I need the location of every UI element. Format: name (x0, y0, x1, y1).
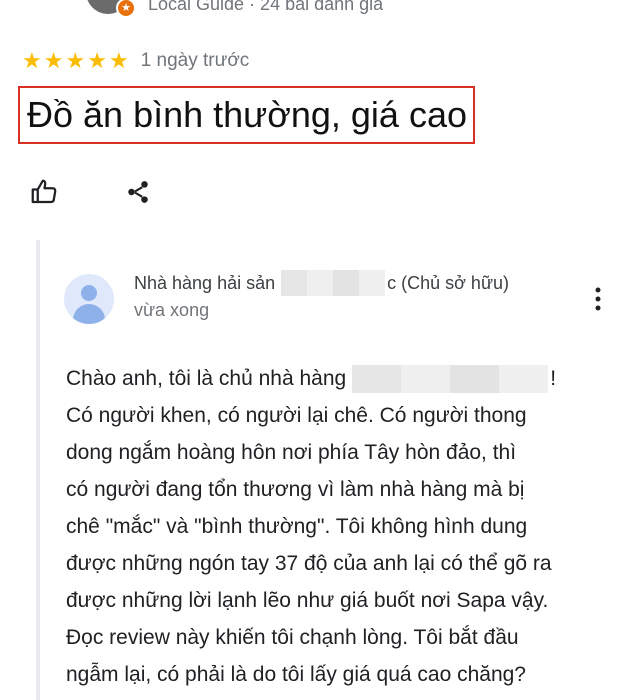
reply-line-text: Chào anh, tôi là chủ nhà hàng (66, 367, 347, 390)
owner-name-suffix: c (Chủ sở hữu) (387, 272, 509, 293)
star-icon: ★ (108, 48, 129, 73)
review-time: 1 ngày trước (140, 50, 250, 71)
owner-avatar[interactable] (64, 274, 114, 324)
owner-reply-time: vừa xong (134, 300, 210, 320)
reply-line: được những ngón tay 37 độ của anh lại có… (66, 552, 552, 575)
reviewer-header: ★ Local Guide · 24 bài đánh giá (86, 0, 506, 18)
reply-line: Có người khen, có người lại chê. Có ngườ… (66, 404, 527, 427)
rating-row: ★ ★ ★ ★ ★ 1 ngày trước (22, 46, 249, 76)
owner-name-prefix: Nhà hàng hải sản (134, 272, 276, 293)
reply-indent-bar (36, 240, 40, 700)
owner-name: Nhà hàng hải sản c (Chủ sở hữu) (134, 270, 509, 296)
reviewer-meta: Local Guide · 24 bài đánh giá (148, 0, 384, 14)
reply-line-end: ! (550, 367, 557, 390)
redacted-name (281, 270, 386, 296)
star-icon: ★ (43, 48, 64, 73)
reply-line: Chào anh, tôi là chủ nhà hàng! (66, 360, 636, 397)
redacted-restaurant-name (352, 365, 549, 394)
owner-reply: Nhà hàng hải sản c (Chủ sở hữu) vừa xong… (36, 240, 640, 700)
star-icon: ★ (87, 48, 107, 73)
thumbs-up-icon[interactable] (28, 176, 60, 208)
owner-reply-text: Chào anh, tôi là chủ nhà hàng! Có người … (66, 360, 636, 693)
star-icon: ★ (65, 48, 86, 73)
reply-line: Đọc review này khiến tôi chạnh lòng. Tôi… (66, 626, 519, 649)
star-icon: ★ (22, 48, 42, 73)
share-icon[interactable] (122, 176, 154, 208)
star-rating: ★ ★ ★ ★ ★ (22, 50, 129, 72)
reply-line: ngẫm lại, có phải là do tôi lấy giá quá … (66, 663, 526, 686)
review-actions (28, 176, 154, 208)
local-guide-badge-icon: ★ (116, 0, 136, 18)
more-options-icon[interactable] (588, 284, 608, 314)
review-title: Đồ ăn bình thường, giá cao (18, 86, 475, 144)
reply-line: chê "mắc" và "bình thường". Tôi không hì… (66, 515, 528, 538)
reply-line: được những lời lạnh lẽo như giá buốt nơi… (66, 589, 549, 612)
reply-line: có người đang tổn thương vì làm nhà hàng… (66, 478, 525, 501)
reply-line: dong ngắm hoàng hôn nơi phía Tây hòn đảo… (66, 441, 517, 464)
